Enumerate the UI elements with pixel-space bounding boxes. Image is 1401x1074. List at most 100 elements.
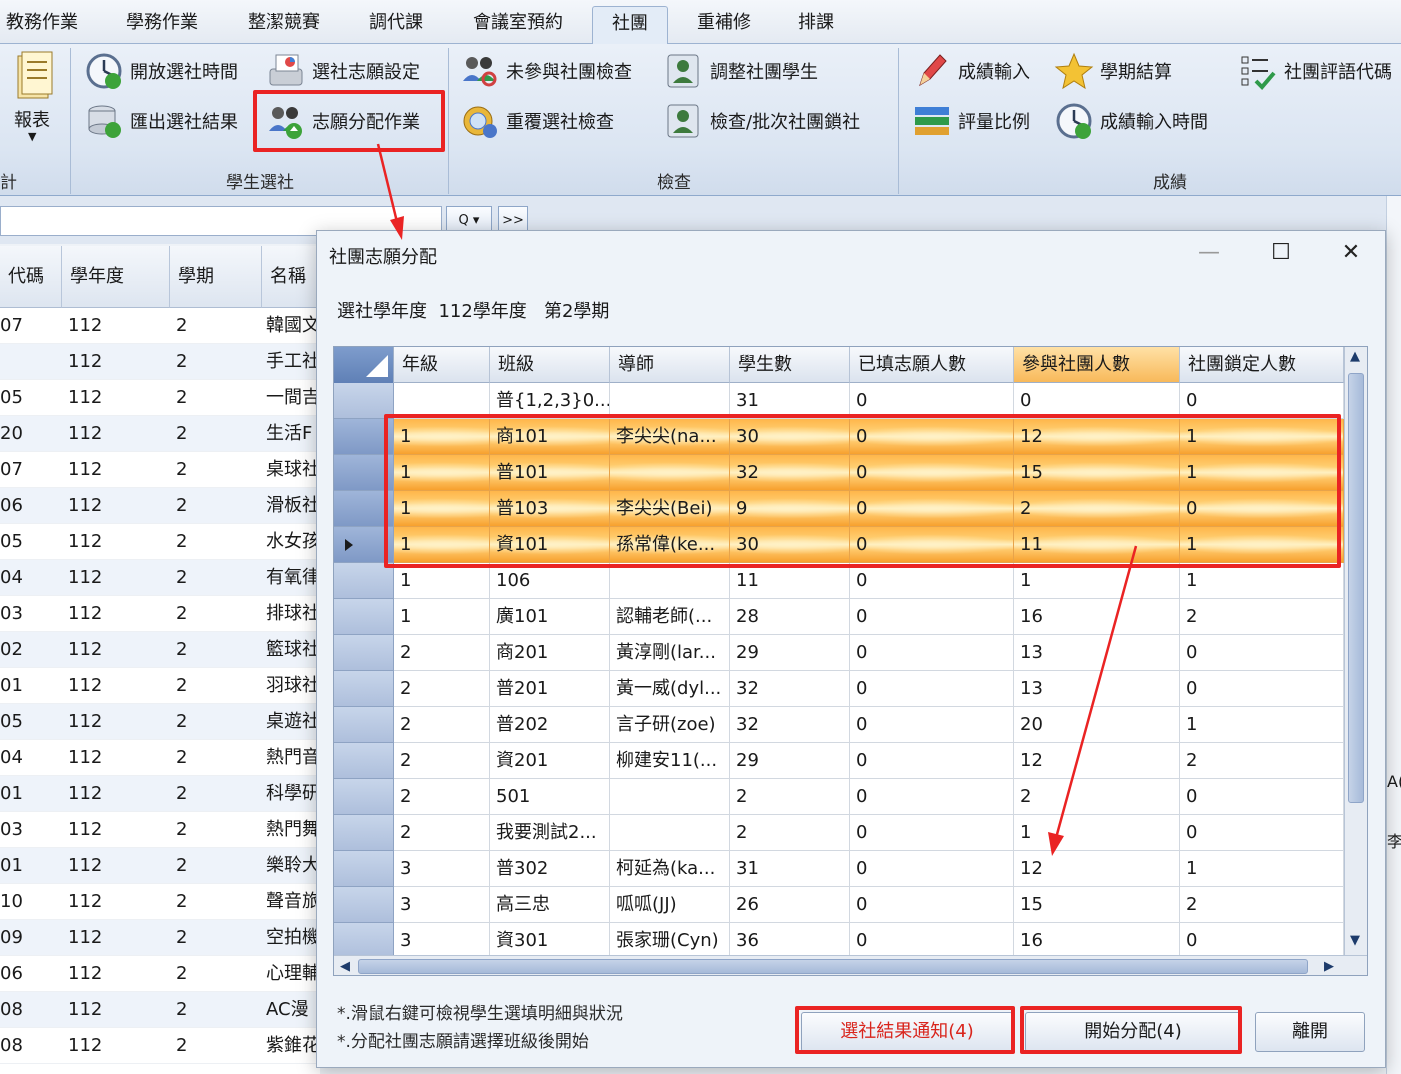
duplicate-check-button[interactable]: 重覆選社檢查 [460, 100, 614, 142]
tab-student-affairs[interactable]: 學務作業 [112, 6, 212, 44]
vertical-scrollbar[interactable]: ▲ ▼ [1344, 347, 1367, 955]
class-row[interactable]: 2 資201 柳建安11(... 29 0 12 2 [334, 743, 1344, 779]
minimize-button[interactable]: — [1189, 239, 1229, 269]
club-list-row[interactable]: 01 112 2 羽球社 [0, 668, 320, 704]
vertical-scroll-thumb[interactable] [1348, 373, 1364, 803]
scroll-up-icon[interactable]: ▲ [1350, 349, 1360, 364]
column-header-joined-count[interactable]: 參與社團人數 [1014, 347, 1180, 383]
class-row[interactable]: 3 資301 張家珊(Cyn) 36 0 16 0 [334, 923, 1344, 959]
class-row[interactable]: 2 普202 言子研(zoe) 32 0 20 1 [334, 707, 1344, 743]
export-result-button[interactable]: 匯出選社結果 [84, 100, 238, 142]
maximize-button[interactable]: ☐ [1261, 239, 1301, 269]
column-header-students[interactable]: 學生數 [730, 347, 850, 383]
scroll-down-icon[interactable]: ▼ [1350, 933, 1360, 948]
club-list-row[interactable]: 04 112 2 熱門音 [0, 740, 320, 776]
row-header[interactable] [334, 455, 394, 491]
class-row[interactable]: 3 普302 柯延為(ka... 31 0 12 1 [334, 851, 1344, 887]
column-header-code[interactable]: 代碼 [0, 246, 62, 308]
row-header[interactable] [334, 887, 394, 923]
notify-result-button[interactable]: 選社結果通知(4) [801, 1012, 1013, 1052]
leave-button[interactable]: 離開 [1255, 1012, 1365, 1052]
grade-input-button[interactable]: 成績輸入 [912, 50, 1030, 92]
club-list-row[interactable]: 04 112 2 有氧律 [0, 560, 320, 596]
row-header[interactable] [334, 383, 394, 419]
row-header[interactable] [334, 635, 394, 671]
row-header[interactable] [334, 419, 394, 455]
class-row[interactable]: 2 我要測試2... 2 0 1 0 [334, 815, 1344, 851]
club-list-row[interactable]: 06 112 2 心理輔 [0, 956, 320, 992]
club-list-row[interactable]: 02 112 2 籃球社 [0, 632, 320, 668]
club-list-row[interactable]: 06 112 2 滑板社 [0, 488, 320, 524]
horizontal-scrollbar[interactable]: ◀ ▶ [334, 955, 1367, 975]
class-row[interactable]: 1 商101 李尖尖(na... 30 0 12 1 [334, 419, 1344, 455]
row-header[interactable] [334, 923, 394, 959]
class-row[interactable]: 1 普103 李尖尖(Bei) 9 0 2 0 [334, 491, 1344, 527]
club-list-row[interactable]: 03 112 2 排球社 [0, 596, 320, 632]
row-header[interactable] [334, 491, 394, 527]
row-header[interactable] [334, 563, 394, 599]
club-list-row[interactable]: 08 112 2 AC漫 [0, 992, 320, 1028]
tab-remedial[interactable]: 重補修 [684, 6, 764, 44]
comment-code-button[interactable]: 社團評語代碼 [1238, 50, 1392, 92]
preference-assignment-button[interactable]: 志願分配作業 [266, 100, 420, 142]
column-header-locked-count[interactable]: 社團鎖定人數 [1180, 347, 1344, 383]
club-list-row[interactable]: 09 112 2 空拍機 [0, 920, 320, 956]
tab-meeting-room[interactable]: 會議室預約 [460, 6, 576, 44]
row-header[interactable] [334, 599, 394, 635]
tab-scheduling[interactable]: 排課 [786, 6, 846, 44]
row-header[interactable] [334, 779, 394, 815]
tab-substitute[interactable]: 調代課 [356, 6, 436, 44]
column-header-filled-count[interactable]: 已填志願人數 [850, 347, 1014, 383]
club-list-row[interactable]: 07 112 2 桌球社 [0, 452, 320, 488]
column-header-class[interactable]: 班級 [490, 347, 610, 383]
report-icon[interactable] [8, 50, 60, 110]
column-header-semester[interactable]: 學期 [170, 246, 262, 308]
preference-setting-button[interactable]: 選社志願設定 [266, 50, 420, 92]
tab-academic[interactable]: 教務作業 [0, 6, 84, 44]
column-header-year[interactable]: 學年度 [62, 246, 170, 308]
horizontal-scroll-thumb[interactable] [358, 959, 1308, 974]
adjust-students-button[interactable]: 調整社團學生 [664, 50, 818, 92]
class-row[interactable]: 1 廣101 認輔老師(... 28 0 16 2 [334, 599, 1344, 635]
class-row[interactable]: 2 普201 黃一威(dyl... 32 0 13 0 [334, 671, 1344, 707]
class-row[interactable]: 2 501 2 0 2 0 [334, 779, 1344, 815]
class-row[interactable]: 2 商201 黃淳剛(lar... 29 0 13 0 [334, 635, 1344, 671]
row-header[interactable] [334, 815, 394, 851]
scroll-left-icon[interactable]: ◀ [340, 959, 350, 974]
club-list-row[interactable]: 05 112 2 一間吉 [0, 380, 320, 416]
ratio-button[interactable]: 評量比例 [912, 100, 1030, 142]
grade-time-button[interactable]: 成績輸入時間 [1054, 100, 1208, 142]
check-lock-button[interactable]: 檢查/批次社團鎖社 [664, 100, 860, 142]
club-list-row[interactable]: 05 112 2 水女孩 [0, 524, 320, 560]
club-list-row[interactable]: 01 112 2 樂聆大 [0, 848, 320, 884]
row-header[interactable] [334, 707, 394, 743]
class-row[interactable]: 1 普101 32 0 15 1 [334, 455, 1344, 491]
tab-cleanliness[interactable]: 整潔競賽 [236, 6, 332, 44]
column-header-grade[interactable]: 年級 [394, 347, 490, 383]
class-row[interactable]: 3 高三忠 呱呱(JJ) 26 0 15 2 [334, 887, 1344, 923]
club-list-row[interactable]: 03 112 2 熱門舞 [0, 812, 320, 848]
start-assign-button[interactable]: 開始分配(4) [1025, 1012, 1241, 1052]
club-list-row[interactable]: 07 112 2 韓國文 [0, 308, 320, 344]
semester-settle-button[interactable]: 學期結算 [1054, 50, 1172, 92]
scroll-right-icon[interactable]: ▶ [1324, 959, 1334, 974]
row-header[interactable] [334, 527, 394, 563]
club-list-row[interactable]: 10 112 2 聲音旅 [0, 884, 320, 920]
class-row[interactable]: 普{1,2,3}0... 31 0 0 0 [334, 383, 1344, 419]
club-list-row[interactable]: 01 112 2 科學研 [0, 776, 320, 812]
grid-select-all[interactable] [334, 347, 394, 383]
column-header-name[interactable]: 名稱 [262, 246, 320, 308]
club-list-row[interactable]: 05 112 2 桌遊社 [0, 704, 320, 740]
report-button[interactable]: 報表 [14, 106, 50, 132]
tab-club[interactable]: 社團 [592, 6, 668, 45]
club-list-row[interactable]: 20 112 2 生活F [0, 416, 320, 452]
class-row[interactable]: 1 資101 孫常偉(ke... 30 0 11 1 [334, 527, 1344, 563]
row-header[interactable] [334, 671, 394, 707]
open-selection-time-button[interactable]: 開放選社時間 [84, 50, 238, 92]
club-list-row[interactable]: 08 112 2 紫錐花 [0, 1028, 320, 1064]
not-joined-check-button[interactable]: 未參與社團檢查 [460, 50, 632, 92]
row-header[interactable] [334, 851, 394, 887]
class-row[interactable]: 1 106 11 0 1 1 [334, 563, 1344, 599]
column-header-teacher[interactable]: 導師 [610, 347, 730, 383]
close-button[interactable]: ✕ [1331, 239, 1371, 269]
